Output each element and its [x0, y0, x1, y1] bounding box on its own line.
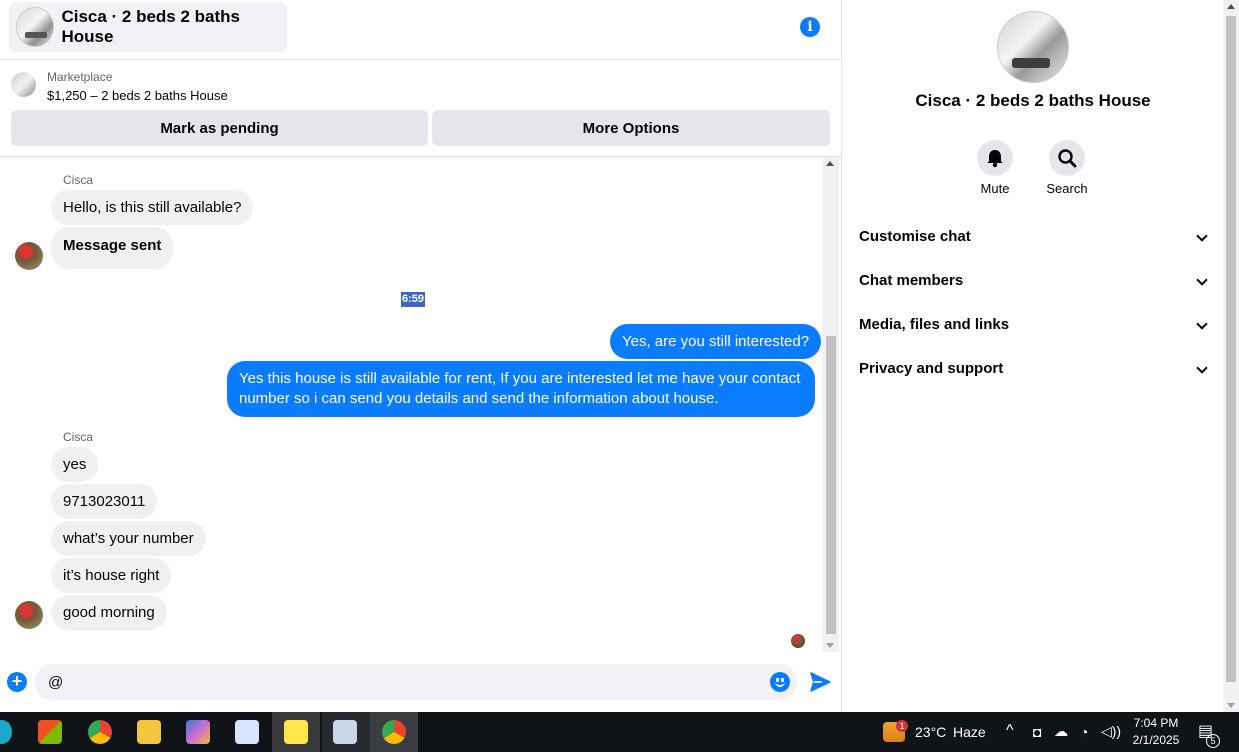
- details-title: Cisca · 2 beds 2 baths House: [915, 91, 1151, 110]
- chevron-down-icon: [1196, 230, 1208, 242]
- message-scrollbar[interactable]: [822, 158, 839, 652]
- network-icon[interactable]: ◔: [1080, 724, 1088, 740]
- scroll-up-arrow-icon[interactable]: [1227, 4, 1235, 9]
- chevron-down-icon: [1196, 318, 1208, 330]
- edge-icon[interactable]: [0, 720, 12, 744]
- messenger-window: Cisca · 2 beds 2 baths House i Marketpla…: [0, 0, 1239, 712]
- page-scrollbar[interactable]: [1223, 0, 1239, 712]
- section-customise-chat[interactable]: Customise chat: [859, 228, 1209, 258]
- listing-avatar: [16, 7, 55, 47]
- listing-price[interactable]: $1,250 – 2 beds 2 baths House: [47, 88, 228, 103]
- message-bubble-incoming[interactable]: what’s your number: [51, 521, 206, 556]
- conversation-details-panel: Cisca · 2 beds 2 baths House Mute Search…: [843, 0, 1223, 712]
- sender-name: Cisca: [63, 173, 94, 187]
- scroll-up-arrow-icon[interactable]: [826, 161, 834, 166]
- listing-thumbnail[interactable]: [11, 72, 36, 97]
- chevron-up-icon[interactable]: ^: [1006, 722, 1014, 740]
- onedrive-icon[interactable]: ☁: [1054, 723, 1068, 740]
- paint-icon[interactable]: [235, 720, 259, 744]
- message-list: Cisca Hello, is this still available? Me…: [0, 158, 822, 652]
- chat-pane: Cisca · 2 beds 2 baths House i Marketpla…: [0, 0, 842, 712]
- clock-date: 2/1/2025: [1132, 733, 1180, 747]
- message-input[interactable]: [35, 664, 797, 700]
- seen-indicator-avatar: [791, 634, 805, 648]
- chrome-icon[interactable]: [88, 720, 112, 744]
- section-chat-members[interactable]: Chat members: [859, 272, 1209, 302]
- control-panel-icon[interactable]: [333, 720, 357, 744]
- weather-badge: 1: [896, 720, 908, 732]
- marketplace-banner: Marketplace $1,250 – 2 beds 2 baths Hous…: [0, 61, 842, 157]
- search-icon: [1058, 149, 1077, 168]
- message-bubble-incoming[interactable]: it’s house right: [51, 558, 172, 593]
- message-bubble-incoming[interactable]: good morning: [51, 595, 167, 630]
- meet-icon[interactable]: ◘: [1033, 724, 1041, 740]
- scroll-thumb[interactable]: [826, 336, 836, 634]
- message-bubble-outgoing[interactable]: Yes this house is still available for re…: [227, 361, 815, 417]
- info-icon[interactable]: i: [800, 17, 820, 37]
- chevron-down-icon: [1196, 362, 1208, 374]
- section-media-files-links[interactable]: Media, files and links: [859, 316, 1209, 346]
- message-bubble-incoming[interactable]: Hello, is this still available?: [51, 190, 254, 225]
- message-composer: +: [0, 660, 842, 704]
- mark-as-pending-button[interactable]: Mark as pending: [11, 110, 428, 146]
- file-explorer-icon[interactable]: [137, 720, 161, 744]
- notification-count: 5: [1206, 734, 1220, 748]
- marketplace-label: Marketplace: [47, 70, 113, 84]
- peer-avatar[interactable]: [15, 242, 43, 270]
- more-options-button[interactable]: More Options: [432, 110, 830, 146]
- chevron-down-icon: [1196, 274, 1208, 286]
- bell-icon: [987, 150, 1003, 168]
- search-label: Search: [1046, 181, 1088, 196]
- section-label: Privacy and support: [859, 360, 1004, 377]
- message-bubble-incoming[interactable]: Message sent: [51, 227, 174, 269]
- section-label: Chat members: [859, 272, 964, 289]
- message-bubble-outgoing[interactable]: Yes, are you still interested?: [610, 324, 822, 359]
- conversation-title-chip[interactable]: Cisca · 2 beds 2 baths House: [9, 2, 287, 52]
- scroll-down-arrow-icon[interactable]: [826, 643, 834, 648]
- section-label: Customise chat: [859, 228, 971, 245]
- windows-taskbar: 1 23°C Haze ^ ◘ ☁ ◔ ◁)) 7:04 PM 2/1/2025…: [0, 712, 1239, 752]
- scroll-thumb[interactable]: [1226, 16, 1236, 682]
- section-label: Media, files and links: [859, 316, 1010, 333]
- search-button[interactable]: [1049, 140, 1085, 176]
- copilot-icon[interactable]: [186, 720, 210, 744]
- listing-profile-photo[interactable]: [997, 11, 1069, 83]
- emoji-icon[interactable]: [770, 672, 790, 692]
- mute-button[interactable]: [977, 140, 1013, 176]
- clock-time: 7:04 PM: [1133, 716, 1179, 730]
- conversation-title: Cisca · 2 beds 2 baths House: [61, 7, 241, 46]
- scroll-down-arrow-icon[interactable]: [1227, 703, 1235, 708]
- temperature[interactable]: 23°C: [915, 724, 946, 740]
- message-timestamp: 6:59: [401, 292, 426, 307]
- plus-icon[interactable]: +: [7, 672, 27, 692]
- chrome-profile-icon[interactable]: [382, 720, 406, 744]
- section-privacy-support[interactable]: Privacy and support: [859, 360, 1209, 390]
- message-bubble-incoming[interactable]: yes: [51, 447, 99, 482]
- sticky-notes-icon[interactable]: [284, 720, 308, 744]
- send-icon[interactable]: [809, 672, 831, 692]
- weather-condition[interactable]: Haze: [953, 724, 986, 740]
- mute-label: Mute: [980, 181, 1010, 196]
- system-clock[interactable]: 7:04 PM 2/1/2025: [1126, 715, 1186, 749]
- store-icon[interactable]: [38, 720, 62, 744]
- chat-header: Cisca · 2 beds 2 baths House i: [0, 0, 842, 60]
- peer-avatar[interactable]: [15, 601, 43, 629]
- message-bubble-incoming[interactable]: 9713023011: [51, 484, 158, 519]
- volume-icon[interactable]: ◁)): [1101, 723, 1121, 740]
- sender-name: Cisca: [63, 430, 94, 444]
